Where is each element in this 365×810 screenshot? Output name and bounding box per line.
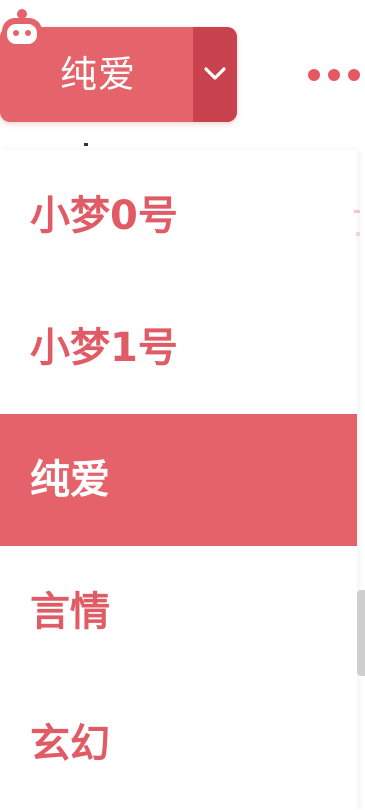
menu-item-xiaomeng-0[interactable]: 小梦0号 xyxy=(0,150,357,282)
background-fragment xyxy=(354,210,360,213)
more-horizontal-icon xyxy=(328,69,340,81)
menu-item-label: 小梦1号 xyxy=(30,325,178,371)
menu-item-chunai[interactable]: 纯爱 xyxy=(0,414,357,546)
menu-item-label: 小梦0号 xyxy=(30,193,178,239)
divider-mark xyxy=(84,143,88,146)
more-options-button[interactable] xyxy=(306,60,362,90)
menu-item-label: 言情 xyxy=(30,589,110,635)
dropdown-selected-label: 纯爱 xyxy=(60,53,136,96)
menu-item-label: 纯爱 xyxy=(30,457,110,503)
menu-item-xiaomeng-1[interactable]: 小梦1号 xyxy=(0,282,357,414)
more-horizontal-icon xyxy=(348,69,360,81)
menu-item-label: 玄幻 xyxy=(30,721,110,767)
top-bar: 纯爱 xyxy=(0,0,365,150)
menu-item-yanqing[interactable]: 言情 xyxy=(0,546,357,678)
menu-item-xuanhuan[interactable]: 玄幻 xyxy=(0,678,357,810)
background-fragment xyxy=(356,232,360,236)
scrollbar-thumb[interactable] xyxy=(357,590,365,676)
chevron-down-icon xyxy=(204,67,226,80)
dropdown-toggle[interactable] xyxy=(193,27,237,122)
dropdown-menu: 小梦0号 小梦1号 纯爱 言情 玄幻 xyxy=(0,150,357,810)
more-horizontal-icon xyxy=(308,69,320,81)
mascot-robot-icon xyxy=(2,9,42,50)
